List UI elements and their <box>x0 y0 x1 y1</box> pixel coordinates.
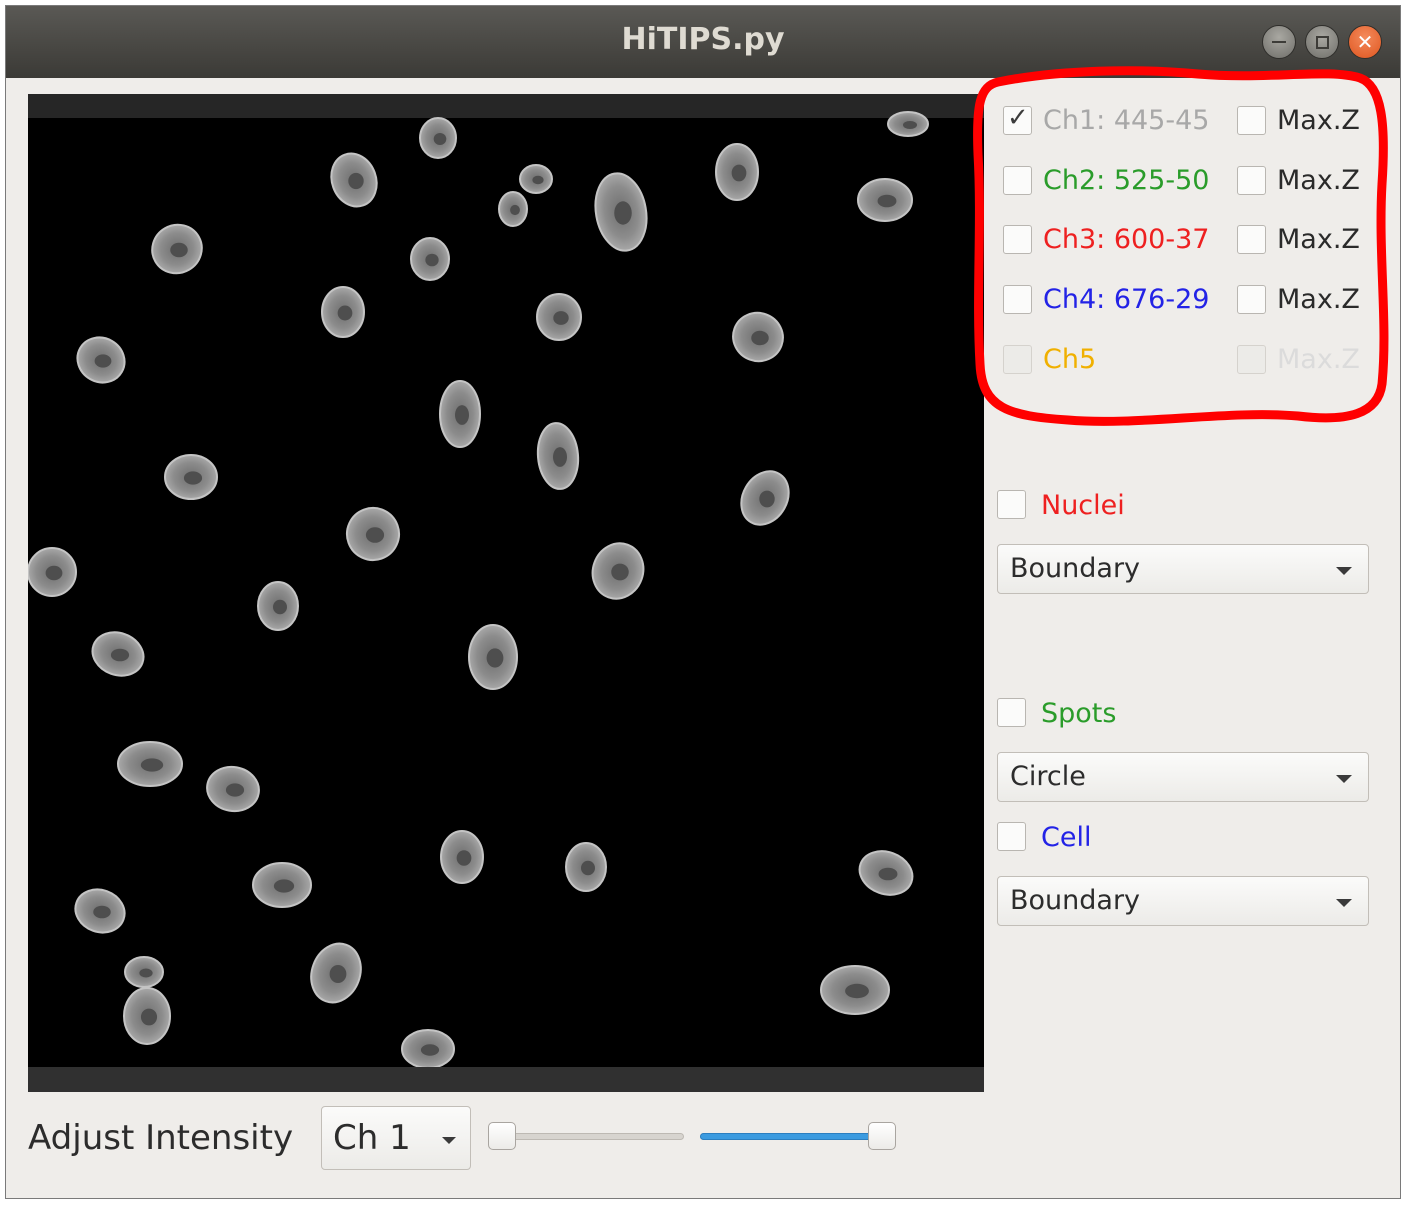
channel-2-maxz-checkbox[interactable] <box>1237 166 1266 195</box>
slider-handle[interactable] <box>488 1122 516 1150</box>
nucleolus <box>611 563 629 581</box>
channel-1-label: Ch1: 445-45 <box>1043 105 1210 136</box>
nucleolus <box>425 253 439 267</box>
spots-display-select[interactable]: Circle <box>997 752 1369 802</box>
nucleolus <box>532 175 544 185</box>
channel-3-maxz-checkbox[interactable] <box>1237 225 1266 254</box>
channel-2-maxz-label: Max.Z <box>1277 165 1360 196</box>
nucleolus <box>365 527 385 543</box>
nucleolus <box>45 565 63 581</box>
nuclei-label: Nuclei <box>1041 490 1125 521</box>
checkmark-icon: ✓ <box>1007 103 1029 133</box>
cell-label: Cell <box>1041 822 1092 853</box>
channel-4-maxz-label: Max.Z <box>1277 284 1360 315</box>
nuclei-display-select[interactable]: Boundary <box>997 544 1369 594</box>
slider-track <box>488 1133 684 1140</box>
nucleolus <box>845 983 869 999</box>
chevron-down-icon <box>1336 899 1352 907</box>
nucleolus <box>553 447 567 467</box>
channel-5-maxz-checkbox[interactable] <box>1237 345 1266 374</box>
close-button[interactable]: ✕ <box>1348 25 1382 59</box>
chevron-down-icon <box>1336 775 1352 783</box>
title-bar[interactable]: HiTIPS.py ✕ <box>6 6 1400 78</box>
minimize-button[interactable] <box>1262 25 1296 59</box>
cell-display-value: Boundary <box>1010 885 1141 916</box>
minimize-icon <box>1263 26 1295 58</box>
nucleolus <box>94 354 112 368</box>
nucleolus <box>140 758 164 772</box>
maximize-button[interactable] <box>1305 25 1339 59</box>
spots-label: Spots <box>1041 698 1117 729</box>
nucleolus <box>877 194 897 208</box>
nucleolus <box>510 204 520 216</box>
spots-display-value: Circle <box>1010 761 1086 792</box>
channel-1-checkbox[interactable]: ✓ <box>1003 103 1032 135</box>
nucleolus <box>759 490 775 508</box>
nucleolus <box>183 471 203 485</box>
chevron-down-icon <box>442 1137 456 1144</box>
cell-display-select[interactable]: Boundary <box>997 876 1369 926</box>
channel-4-checkbox[interactable] <box>1003 285 1032 314</box>
nuclei-checkbox[interactable] <box>997 490 1026 519</box>
nucleolus <box>878 867 898 881</box>
channel-4-maxz-checkbox[interactable] <box>1237 285 1266 314</box>
nuclei-image <box>28 111 929 1090</box>
nucleolus <box>139 968 153 978</box>
channel-5-label: Ch5 <box>1043 344 1097 375</box>
nucleolus <box>329 965 347 983</box>
nucleolus <box>731 164 747 182</box>
nucleolus <box>433 133 447 145</box>
channel-2-checkbox[interactable] <box>1003 166 1032 195</box>
window-title: HiTIPS.py <box>621 22 785 57</box>
nucleolus <box>93 905 111 919</box>
image-viewer[interactable] <box>28 94 984 1092</box>
nucleolus <box>273 879 295 893</box>
nucleolus <box>456 850 472 866</box>
channel-5-checkbox[interactable] <box>1003 345 1032 374</box>
close-icon: ✕ <box>1356 30 1374 54</box>
nucleolus <box>420 1044 440 1056</box>
maximize-icon <box>1306 26 1338 58</box>
channel-5-maxz-label: Max.Z <box>1277 344 1360 375</box>
nucleolus <box>455 405 469 425</box>
channel-3-maxz-label: Max.Z <box>1277 224 1360 255</box>
max-intensity-slider[interactable] <box>700 1122 896 1152</box>
chevron-down-icon <box>1336 567 1352 575</box>
nucleolus <box>581 860 595 876</box>
channel-1-maxz-label: Max.Z <box>1277 105 1360 136</box>
channel-3-label: Ch3: 600-37 <box>1043 224 1210 255</box>
nuclei-display-value: Boundary <box>1010 553 1141 584</box>
channel-1-maxz-checkbox[interactable] <box>1237 106 1266 135</box>
nucleolus <box>486 648 504 668</box>
nucleolus <box>553 311 569 325</box>
spots-checkbox[interactable] <box>997 698 1026 727</box>
nucleolus <box>110 648 130 662</box>
nucleolus <box>348 172 364 190</box>
channel-3-checkbox[interactable] <box>1003 225 1032 254</box>
cell-checkbox[interactable] <box>997 822 1026 851</box>
viewer-bottom-band <box>28 1067 984 1092</box>
intensity-channel-value: Ch 1 <box>333 1118 411 1158</box>
channel-4-label: Ch4: 676-29 <box>1043 284 1210 315</box>
nucleolus <box>337 305 353 321</box>
nucleolus <box>140 1008 158 1026</box>
channel-2-label: Ch2: 525-50 <box>1043 165 1210 196</box>
adjust-intensity-label: Adjust Intensity <box>28 1118 294 1158</box>
intensity-channel-select[interactable]: Ch 1 <box>321 1106 471 1170</box>
nucleolus <box>614 201 632 225</box>
slider-handle[interactable] <box>868 1122 896 1150</box>
nucleolus <box>225 783 245 797</box>
nucleolus <box>751 330 769 346</box>
nucleolus <box>273 599 287 615</box>
slider-fill <box>700 1133 882 1140</box>
nucleolus <box>903 121 917 129</box>
min-intensity-slider[interactable] <box>488 1122 684 1152</box>
nucleolus <box>170 242 188 258</box>
